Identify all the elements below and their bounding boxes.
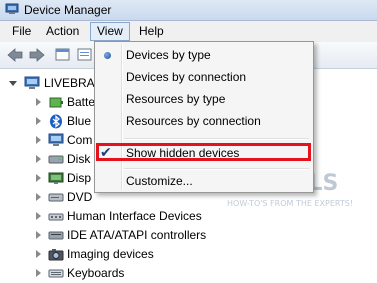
tree-item-label: Imaging devices — [67, 247, 154, 261]
forward-arrow-icon[interactable] — [28, 46, 46, 64]
keyboard-icon — [48, 269, 64, 278]
properties-icon[interactable] — [54, 46, 72, 64]
ide-controller-icon — [48, 231, 64, 240]
tree-item-human-interface-devices[interactable]: Human Interface Devices — [0, 207, 377, 226]
menu-item-label: Devices by connection — [126, 70, 247, 84]
computer-icon — [48, 133, 64, 146]
menu-file[interactable]: File — [6, 22, 37, 41]
menu-item-devices-by-type[interactable]: Devices by type — [97, 45, 311, 66]
computer-icon — [24, 76, 40, 89]
tree-item-label: DVD — [67, 190, 93, 204]
expand-arrow-icon[interactable] — [36, 98, 41, 106]
menu-item-label: Customize... — [126, 174, 193, 188]
tree-item-label: Human Interface Devices — [67, 209, 202, 223]
collapse-arrow-icon[interactable] — [9, 81, 17, 86]
tree-item-label: Com — [67, 133, 93, 147]
battery-icon — [49, 97, 63, 108]
tree-item-imaging-devices[interactable]: Imaging devices — [0, 245, 377, 264]
back-arrow-icon[interactable] — [6, 46, 24, 64]
tree-item-keyboards[interactable]: Keyboards — [0, 264, 377, 283]
menu-item-resources-by-connection[interactable]: Resources by connection — [97, 111, 311, 132]
dvd-drive-icon — [48, 193, 64, 202]
expand-arrow-icon[interactable] — [36, 155, 41, 163]
tree-item-label: Disp — [67, 171, 92, 185]
tree-item-label: Keyboards — [67, 266, 125, 280]
menu-view[interactable]: View — [90, 22, 130, 41]
menu-item-customize[interactable]: Customize... — [97, 171, 311, 192]
menu-item-label: Devices by type — [126, 48, 211, 62]
menu-help[interactable]: Help — [133, 22, 170, 41]
highlight-annotation — [96, 143, 311, 161]
expand-arrow-icon[interactable] — [36, 193, 41, 201]
view-menu-dropdown: Devices by type Devices by connection Re… — [94, 41, 314, 193]
expand-arrow-icon[interactable] — [36, 136, 41, 144]
expand-arrow-icon[interactable] — [36, 231, 41, 239]
expand-arrow-icon[interactable] — [36, 117, 41, 125]
expand-arrow-icon[interactable] — [36, 174, 41, 182]
title-bar: Device Manager — [0, 0, 377, 21]
expand-arrow-icon[interactable] — [36, 269, 41, 277]
window-title: Device Manager — [24, 3, 112, 17]
hid-icon — [48, 213, 64, 221]
expand-arrow-icon[interactable] — [36, 212, 41, 220]
tree-item-label: Disk — [67, 152, 91, 166]
camera-icon — [48, 249, 64, 261]
device-manager-icon — [5, 3, 19, 14]
menu-bar: File Action View Help — [0, 21, 377, 42]
tree-item-label: IDE ATA/ATAPI controllers — [67, 228, 207, 242]
disk-drive-icon — [48, 155, 64, 164]
tree-root-label: LIVEBRA — [44, 76, 95, 90]
bluetooth-icon — [50, 114, 62, 129]
tree-item-ide-controllers[interactable]: IDE ATA/ATAPI controllers — [0, 226, 377, 245]
menu-item-label: Resources by type — [126, 92, 226, 106]
menu-item-devices-by-connection[interactable]: Devices by connection — [97, 67, 311, 88]
tree-item-label: Batte — [67, 95, 96, 109]
expand-arrow-icon[interactable] — [36, 250, 41, 258]
radio-selected-icon — [104, 52, 111, 59]
display-adapter-icon — [48, 172, 64, 184]
menu-action[interactable]: Action — [40, 22, 85, 41]
menu-separator — [124, 138, 309, 140]
tree-item-label: Blue — [67, 114, 92, 128]
menu-item-label: Resources by connection — [126, 114, 261, 128]
tree-view-icon[interactable] — [76, 46, 94, 64]
menu-item-resources-by-type[interactable]: Resources by type — [97, 89, 311, 110]
menu-separator — [124, 168, 309, 170]
